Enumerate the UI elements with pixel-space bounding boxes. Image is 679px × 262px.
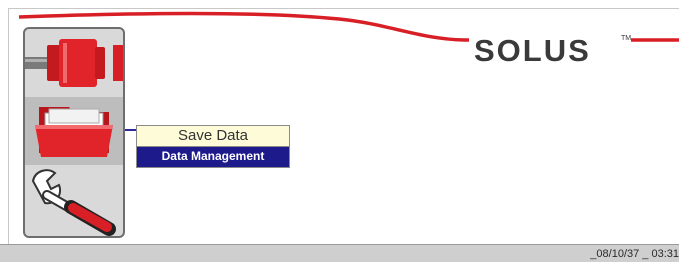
menu-item-tools[interactable] xyxy=(25,165,123,236)
app-window: SOLUS TM Save Data Data Management _08/1… xyxy=(0,0,679,262)
tooltip-action-label[interactable]: Save Data xyxy=(136,125,290,147)
solus-logo: SOLUS xyxy=(474,33,591,68)
tool-menu-panel xyxy=(23,27,125,238)
status-bar: _08/10/37 _ 03:31 xyxy=(0,244,679,262)
status-datetime: _08/10/37 _ 03:31 xyxy=(590,248,679,260)
wrench-icon xyxy=(31,169,116,236)
tooltip-category-label: Data Management xyxy=(136,147,290,168)
folder-icon xyxy=(35,107,113,157)
menu-item-data-management[interactable] xyxy=(25,97,123,165)
menu-item-connect[interactable] xyxy=(25,29,123,97)
logo-trademark: TM xyxy=(621,35,632,42)
cable-connector-icon xyxy=(25,39,123,87)
menu-tooltip: Save Data Data Management xyxy=(136,125,290,168)
